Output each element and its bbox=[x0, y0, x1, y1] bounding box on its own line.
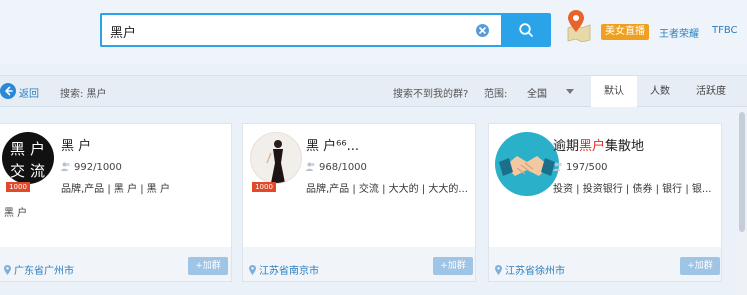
scrollbar[interactable] bbox=[737, 108, 747, 295]
search-input[interactable] bbox=[110, 21, 470, 41]
group-location: 江苏省南京市 bbox=[249, 262, 319, 277]
location-pin-icon bbox=[495, 265, 502, 275]
member-count-value: 197/500 bbox=[566, 162, 608, 173]
group-name-text: 黑 户⁶⁶ bbox=[306, 139, 347, 154]
level-badge: 1000 bbox=[6, 182, 30, 192]
back-label: 返回 bbox=[19, 89, 39, 100]
range-label: 范围: bbox=[484, 89, 508, 100]
tab-members[interactable]: 人数 bbox=[637, 76, 683, 107]
search-button[interactable] bbox=[501, 13, 551, 47]
top-bar: 美女直播 王者荣耀 TFBC bbox=[0, 0, 747, 64]
group-name-highlight: 黑户 bbox=[579, 139, 606, 154]
filter-bar: 返回 搜索: 黑户 搜索不到我的群? 范围: 全国 默认 人数 活跃度 bbox=[0, 75, 747, 107]
member-count: 992/1000 bbox=[61, 162, 122, 173]
location-pin-icon bbox=[249, 265, 256, 275]
handshake-icon bbox=[499, 156, 555, 176]
live-badge[interactable]: 美女直播 bbox=[601, 24, 649, 40]
group-name-ellipsis: ... bbox=[346, 139, 359, 154]
location-text: 广东省广州市 bbox=[14, 266, 74, 277]
join-group-button[interactable]: +加群 bbox=[433, 257, 473, 275]
top-link-wzry[interactable]: 王者荣耀 bbox=[659, 25, 699, 40]
map-location-icon[interactable] bbox=[564, 8, 592, 43]
clear-icon[interactable] bbox=[476, 24, 489, 37]
group-name-prefix: 逾期 bbox=[553, 139, 580, 154]
member-count: 197/500 bbox=[553, 162, 608, 173]
people-icon bbox=[553, 162, 562, 171]
member-count: 968/1000 bbox=[306, 162, 367, 173]
group-avatar[interactable]: 1000 bbox=[248, 132, 302, 192]
range-select[interactable]: 全国 bbox=[527, 85, 547, 100]
svg-text:流: 流 bbox=[30, 162, 45, 180]
group-location: 江苏省徐州市 bbox=[495, 262, 565, 277]
search-icon bbox=[519, 23, 533, 37]
group-avatar[interactable]: 黑 户 交 流 1000 bbox=[0, 132, 54, 192]
svg-text:黑: 黑 bbox=[10, 140, 25, 158]
group-location: 广东省广州市 bbox=[4, 262, 74, 277]
svg-text:户: 户 bbox=[30, 140, 45, 158]
back-arrow-icon bbox=[0, 83, 16, 99]
group-description: 黑 户 bbox=[4, 208, 28, 219]
tab-default[interactable]: 默认 bbox=[591, 76, 637, 107]
group-tags: 投资 | 投资银行 | 债券 | 银行 | 银... bbox=[553, 184, 712, 195]
not-found-link[interactable]: 搜索不到我的群? bbox=[393, 85, 468, 100]
member-count-value: 992/1000 bbox=[74, 162, 122, 173]
scrollbar-thumb[interactable] bbox=[739, 112, 745, 232]
location-text: 江苏省南京市 bbox=[259, 266, 319, 277]
member-count-value: 968/1000 bbox=[319, 162, 367, 173]
group-name[interactable]: 黑 户⁶⁶... bbox=[306, 135, 359, 154]
group-name[interactable]: 逾期黑户集散地 bbox=[553, 135, 644, 154]
people-icon bbox=[61, 162, 70, 171]
avatar-photo bbox=[266, 140, 285, 183]
top-link-tfbc[interactable]: TFBC bbox=[712, 25, 738, 36]
search-box bbox=[100, 13, 501, 47]
join-group-button[interactable]: +加群 bbox=[680, 257, 720, 275]
chevron-down-icon[interactable] bbox=[566, 89, 574, 94]
location-pin-icon bbox=[4, 265, 11, 275]
join-group-button[interactable]: +加群 bbox=[188, 257, 228, 275]
group-tags: 品牌,产品 | 交流 | 大大的 | 大大的... bbox=[306, 184, 468, 195]
people-icon bbox=[306, 162, 315, 171]
location-text: 江苏省徐州市 bbox=[505, 266, 565, 277]
avatar-calligraphy: 黑 户 交 流 bbox=[10, 140, 45, 180]
group-name[interactable]: 黑 户 bbox=[61, 135, 91, 154]
svg-text:交: 交 bbox=[10, 162, 25, 180]
tab-activity[interactable]: 活跃度 bbox=[683, 76, 739, 107]
search-summary: 搜索: 黑户 bbox=[60, 89, 107, 100]
group-tags: 品牌,产品 | 黑 户 | 黑 户 bbox=[61, 184, 170, 195]
level-badge: 1000 bbox=[252, 182, 276, 192]
group-avatar[interactable] bbox=[495, 132, 559, 196]
group-name-suffix: 集散地 bbox=[605, 139, 645, 154]
